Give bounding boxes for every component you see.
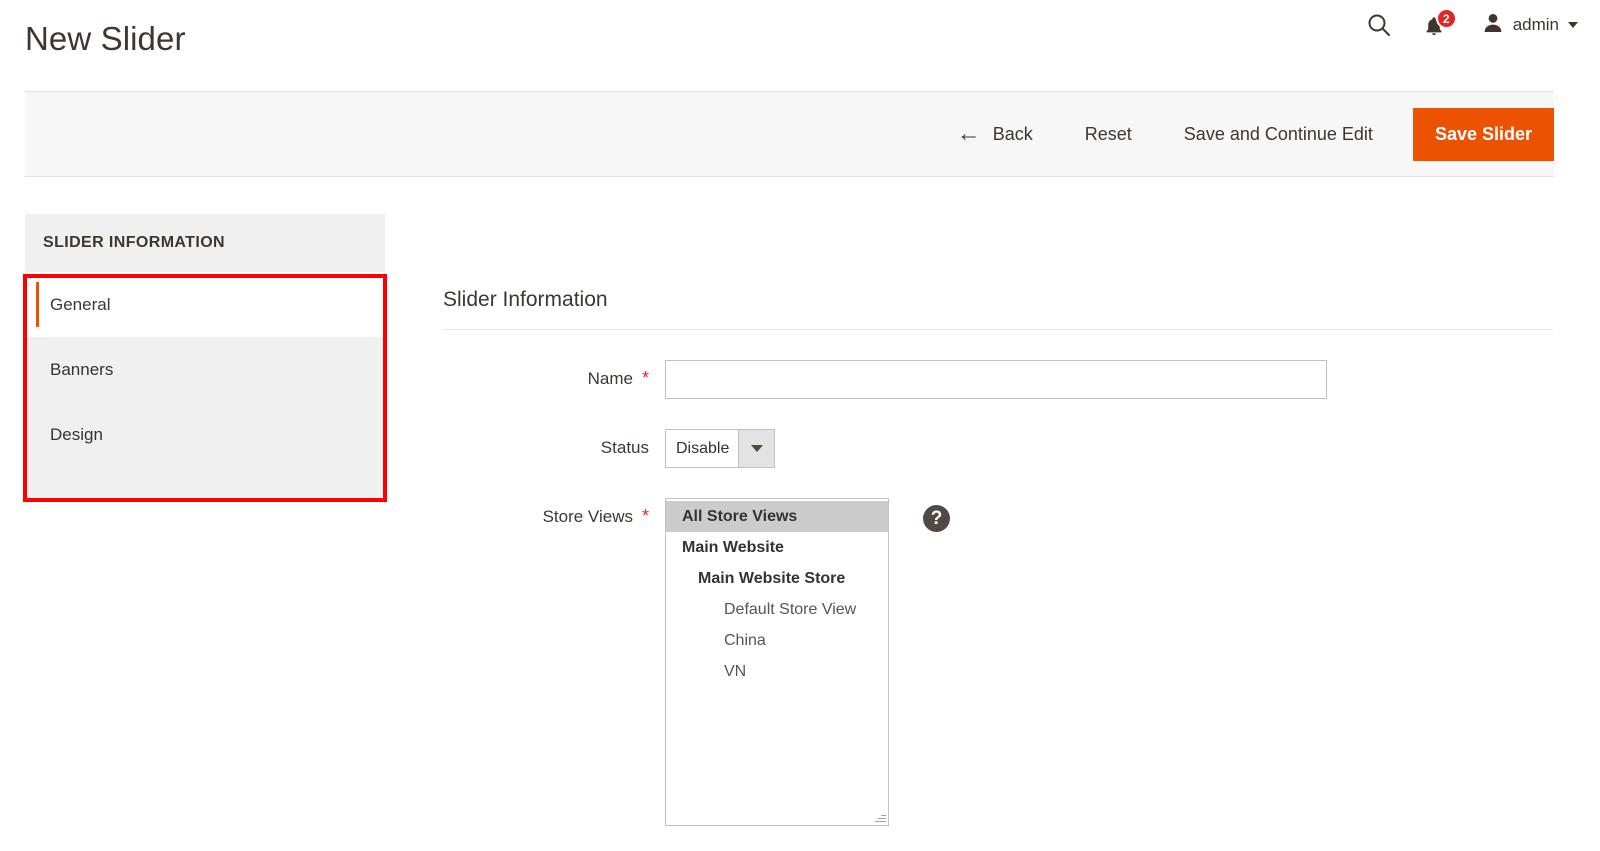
save-and-continue-label: Save and Continue Edit [1184, 124, 1373, 145]
store-view-option-main-website[interactable]: Main Website [666, 532, 888, 563]
name-field-label: Name [588, 369, 633, 389]
store-view-option-default-store-view[interactable]: Default Store View [666, 594, 888, 625]
sidebar-item-label: General [50, 295, 110, 315]
page-header: New Slider 2 [0, 0, 1600, 91]
search-icon [1366, 12, 1392, 38]
name-input[interactable] [665, 360, 1327, 399]
field-row-store-views: Store Views * All Store Views Main Websi… [443, 498, 1553, 826]
status-select-value: Disable [666, 430, 738, 467]
sidebar-item-label: Design [50, 425, 103, 445]
notification-badge: 2 [1436, 8, 1457, 29]
store-view-option-china[interactable]: China [666, 625, 888, 656]
store-view-option-all[interactable]: All Store Views [666, 501, 888, 532]
page-actions-toolbar: ← Back Reset Save and Continue Edit Save… [25, 91, 1554, 177]
sidebar-body: General Banners Design [25, 272, 385, 499]
store-views-field-label-wrap: Store Views * [443, 498, 649, 527]
user-avatar-icon [1482, 12, 1504, 39]
notifications-button[interactable]: 2 [1422, 8, 1452, 42]
slider-information-sidebar: SLIDER INFORMATION General Banners Desig… [25, 214, 385, 499]
sidebar-item-general[interactable]: General [25, 272, 385, 337]
store-views-multiselect[interactable]: All Store Views Main Website Main Websit… [665, 498, 889, 826]
reset-button[interactable]: Reset [1085, 124, 1132, 145]
header-tools: 2 admin [1366, 8, 1578, 42]
search-button[interactable] [1366, 12, 1392, 38]
save-and-continue-button[interactable]: Save and Continue Edit [1184, 124, 1373, 145]
page-title: New Slider [25, 20, 186, 58]
required-marker: * [642, 507, 649, 525]
sidebar-header: SLIDER INFORMATION [25, 214, 385, 272]
back-button[interactable]: ← Back [957, 122, 1033, 146]
store-view-option-vn[interactable]: VN [666, 656, 888, 687]
chevron-down-icon [738, 430, 774, 467]
bell-wrap: 2 [1422, 8, 1452, 42]
resize-grip-icon[interactable] [874, 811, 886, 823]
required-marker: * [642, 369, 649, 387]
name-field-label-wrap: Name * [443, 360, 649, 389]
store-view-option-main-website-store[interactable]: Main Website Store [666, 563, 888, 594]
sidebar-item-label: Banners [50, 360, 113, 380]
field-row-name: Name * [443, 360, 1553, 399]
sidebar-item-banners[interactable]: Banners [25, 337, 385, 402]
user-menu[interactable]: admin [1482, 12, 1578, 39]
back-button-label: Back [993, 124, 1033, 145]
section-title: Slider Information [443, 288, 1553, 329]
help-icon[interactable]: ? [923, 505, 950, 532]
reset-button-label: Reset [1085, 124, 1132, 145]
sidebar-item-design[interactable]: Design [25, 402, 385, 467]
status-select[interactable]: Disable [665, 429, 775, 468]
status-field-label-wrap: Status [443, 429, 649, 458]
field-row-status: Status Disable [443, 429, 1553, 468]
user-name: admin [1513, 15, 1559, 35]
slider-information-form: Slider Information Name * Status Disable… [443, 288, 1553, 826]
status-field-label: Status [601, 438, 649, 458]
save-slider-button[interactable]: Save Slider [1413, 108, 1554, 161]
section-divider [443, 329, 1553, 330]
store-views-field-label: Store Views [543, 507, 633, 527]
name-field-control [665, 360, 1327, 399]
chevron-down-icon [1568, 22, 1578, 28]
arrow-left-icon: ← [957, 122, 981, 146]
store-views-field-control: All Store Views Main Website Main Websit… [665, 498, 950, 826]
status-field-control: Disable [665, 429, 775, 468]
